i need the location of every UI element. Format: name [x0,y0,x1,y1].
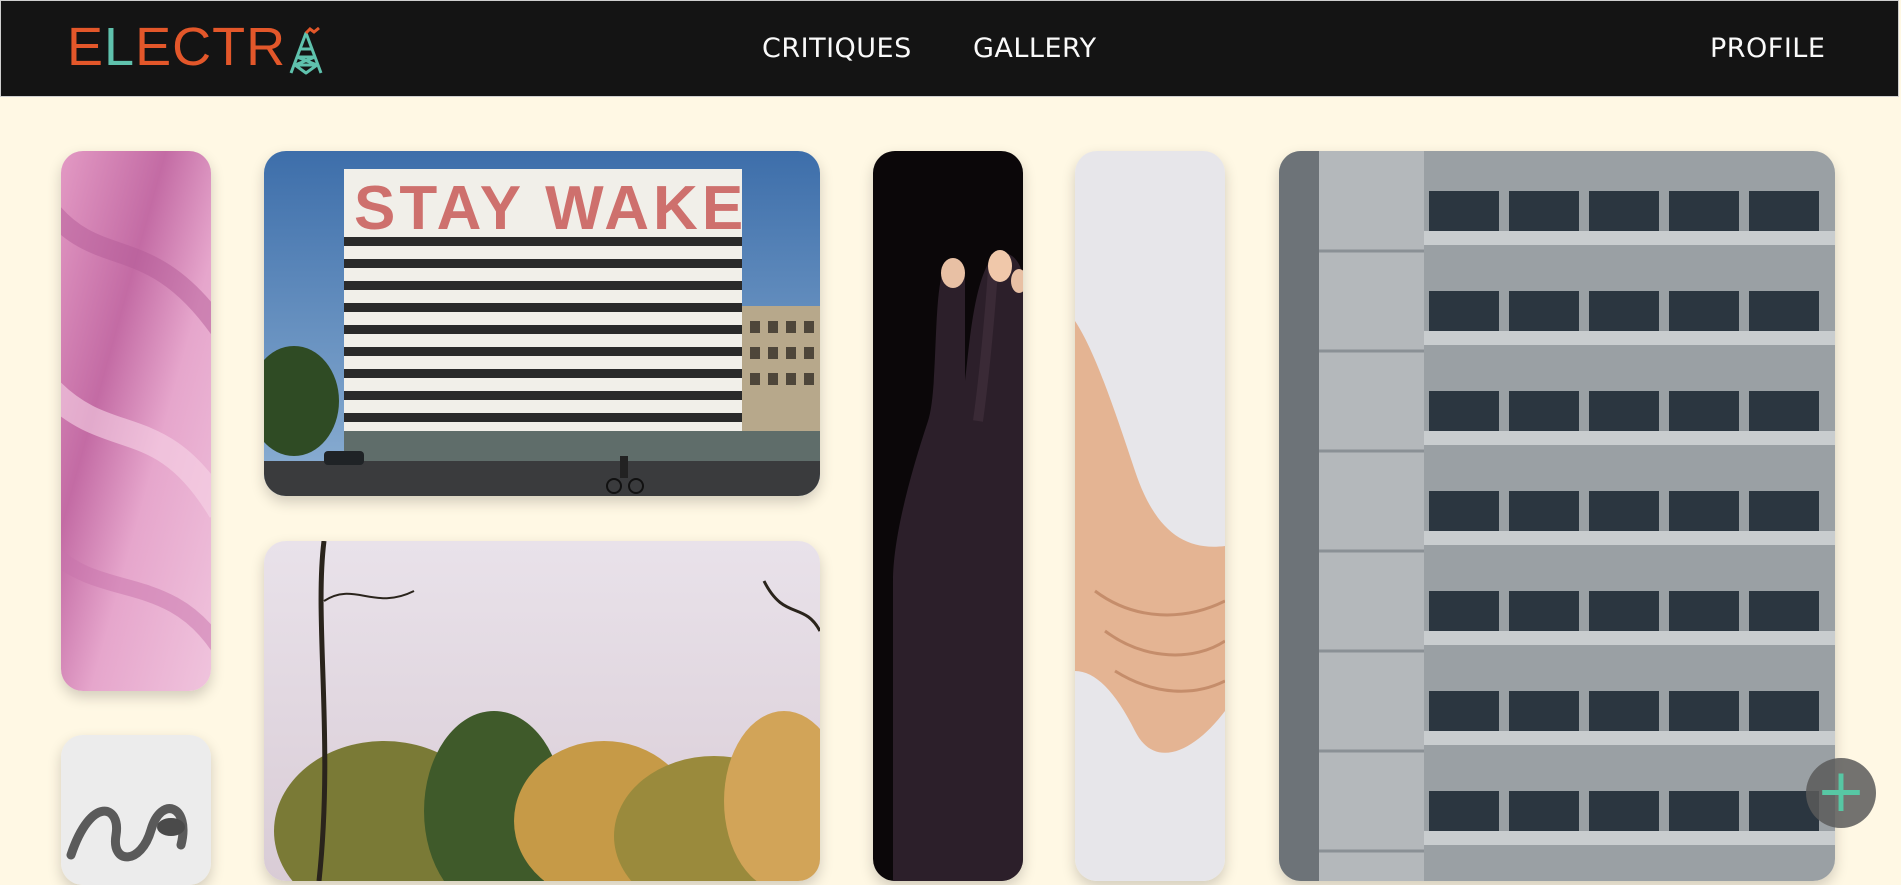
brand-logo[interactable]: E L ECTR [67,19,324,75]
nav-gallery[interactable]: GALLERY [973,33,1097,64]
nav-critiques[interactable]: CRITIQUES [762,33,912,64]
logo-letters-ectr: ECTR [135,17,287,77]
add-button[interactable]: + [1806,758,1876,828]
tower-a-icon [289,27,323,75]
top-navbar: E L ECTR CRITIQUES GALLERY PROFILE [0,0,1899,97]
graffiti-text: STAY WAKE [354,174,747,243]
graffiti-building-image: STAY WAKE [264,151,820,496]
graffiti-building-tile[interactable]: STAY WAKE [264,151,820,496]
logo-letter-e: E [67,17,105,77]
dark-hand-tile[interactable] [873,151,1023,881]
holding-hands-image [1075,151,1225,881]
sculpture-image [61,735,211,885]
holding-hands-tile[interactable] [1075,151,1225,881]
plus-icon: + [1815,756,1867,826]
pink-marble-tile[interactable] [61,151,211,691]
logo-letter-l: L [104,17,136,77]
sculpture-tile[interactable] [61,735,211,885]
dark-hand-image [873,151,1023,881]
autumn-trees-image [264,541,820,881]
nav-profile[interactable]: PROFILE [1710,33,1825,64]
pink-marble-image [61,151,211,691]
autumn-trees-tile[interactable] [264,541,820,881]
concrete-tower-image [1279,151,1835,881]
concrete-tower-tile[interactable] [1279,151,1835,881]
